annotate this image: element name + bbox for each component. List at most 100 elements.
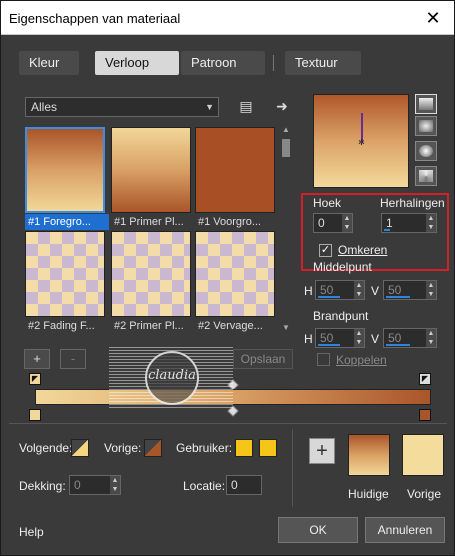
chevron-down-icon: ▼ — [205, 102, 214, 112]
preset-thumb-4[interactable]: #2 Fading F... — [25, 231, 105, 335]
koppelen-checkbox[interactable] — [317, 353, 330, 366]
bottom-start-marker[interactable] — [29, 409, 41, 421]
brandpunt-h-label: H — [304, 332, 313, 346]
dekking-input[interactable]: 0 ▲ ▼ — [69, 475, 121, 495]
window-title: Eigenschappen van materiaal — [9, 11, 181, 26]
herhalingen-level-bar — [384, 229, 390, 231]
middelpunt-h-label: H — [304, 284, 313, 298]
previous-material-swatch[interactable] — [402, 434, 444, 476]
user-color-swatch-2[interactable] — [259, 439, 277, 457]
middelpunt-h-level-bar — [318, 296, 340, 298]
spinner-arrows-icon[interactable]: ▲ ▼ — [426, 281, 436, 299]
preset-thumb-1[interactable]: #1 Foregro... — [25, 127, 109, 231]
gradient-bar[interactable] — [35, 389, 431, 405]
tab-textuur[interactable]: Textuur — [285, 51, 361, 75]
bottom-end-marker[interactable] — [419, 409, 431, 421]
material-properties-dialog: Eigenschappen van materiaal ✕ Kleur Verl… — [0, 0, 455, 556]
remove-marker-button[interactable]: - — [60, 349, 86, 369]
preset-thumb-5[interactable]: #2 Primer Pl... — [111, 231, 191, 335]
style-rectangular-button[interactable] — [415, 116, 437, 136]
preset-label: #1 Voorgro... — [198, 216, 261, 228]
preset-swatch — [195, 231, 275, 317]
close-icon[interactable]: ✕ — [420, 5, 446, 31]
add-marker-button[interactable]: + — [24, 349, 50, 369]
scroll-up-icon[interactable]: ▲ — [281, 125, 291, 134]
ok-button[interactable]: OK — [278, 517, 358, 543]
vorige-swatch[interactable] — [144, 439, 162, 457]
brandpunt-label: Brandpunt — [313, 309, 369, 323]
preset-label: #1 Primer Pl... — [114, 216, 184, 228]
tab-verloop[interactable]: Verloop — [95, 51, 179, 75]
spinner-arrows-icon[interactable]: ▲ ▼ — [354, 329, 364, 347]
current-material-swatch[interactable] — [348, 434, 390, 476]
spinner-arrows-icon[interactable]: ▲ ▼ — [426, 329, 436, 347]
arrow-right-icon[interactable]: ➜ — [273, 97, 291, 115]
top-end-marker[interactable]: ◤ — [419, 373, 431, 385]
volgende-swatch[interactable] — [71, 439, 89, 457]
rectangular-style-icon — [419, 120, 433, 132]
middelpunt-label: Middelpunt — [313, 260, 372, 274]
save-button[interactable]: Opslaan — [233, 349, 293, 369]
preset-swatch — [195, 127, 275, 213]
add-to-swatches-button[interactable]: + — [309, 438, 335, 464]
gebruiker-label: Gebruiker: — [176, 441, 233, 455]
middelpunt-h-input[interactable]: 50 ▲ ▼ — [315, 280, 365, 300]
brandpunt-v-value: 50 — [388, 331, 402, 345]
center-point-icon[interactable]: ✲ — [358, 139, 366, 147]
linear-style-icon — [419, 98, 433, 110]
brandpunt-v-label: V — [371, 332, 380, 346]
preset-label: #2 Fading F... — [28, 320, 95, 332]
herhalingen-label: Herhalingen — [380, 196, 445, 210]
hoek-input[interactable]: 0 ▲ ▼ — [313, 213, 353, 233]
preset-swatch — [25, 231, 105, 317]
preset-thumb-2[interactable]: #1 Primer Pl... — [111, 127, 191, 231]
spinner-arrows-icon[interactable]: ▲ ▼ — [354, 281, 364, 299]
spinner-arrows-icon[interactable]: ▲ ▼ — [342, 214, 352, 232]
user-color-swatch[interactable] — [235, 439, 253, 457]
divider — [292, 429, 293, 507]
radial-style-icon — [419, 145, 433, 157]
preset-category-value: Alles — [31, 100, 58, 114]
preset-swatch — [111, 127, 191, 213]
middelpunt-v-label: V — [371, 284, 380, 298]
spinner-arrows-icon[interactable]: ▲ ▼ — [110, 476, 120, 494]
cancel-button[interactable]: Annuleren — [365, 517, 445, 543]
preset-label: #1 Foregro... — [25, 214, 109, 230]
hoek-label: Hoek — [313, 196, 342, 210]
spinner-arrows-icon[interactable]: ▲ ▼ — [426, 214, 436, 232]
huidige-label: Huidige — [348, 487, 389, 501]
middelpunt-v-input[interactable]: 50 ▲ ▼ — [383, 280, 437, 300]
preset-category-select[interactable]: Alles ▼ — [25, 97, 219, 117]
scroll-down-icon[interactable]: ▼ — [281, 323, 291, 332]
gallery-scrollbar[interactable]: ▲ ▼ — [281, 125, 291, 335]
top-start-marker[interactable]: ◤ — [29, 373, 41, 385]
gradient-preview[interactable]: ✲ — [313, 94, 409, 188]
herhalingen-input[interactable]: 1 ▲ ▼ — [381, 213, 437, 233]
style-sunburst-button[interactable] — [415, 166, 437, 186]
preset-label: #2 Vervage... — [198, 320, 263, 332]
brandpunt-v-level-bar — [386, 344, 410, 346]
style-radial-button[interactable] — [415, 141, 437, 161]
tab-patroon[interactable]: Patroon — [181, 51, 265, 75]
locatie-input[interactable]: 0 — [226, 475, 262, 495]
koppelen-label: Koppelen — [336, 353, 387, 367]
brandpunt-h-input[interactable]: 50 ▲ ▼ — [315, 328, 365, 348]
preset-menu-icon[interactable]: ▤ — [237, 97, 255, 115]
omkeren-checkbox[interactable]: ✓ — [319, 244, 332, 257]
volgende-label: Volgende: — [19, 441, 73, 455]
preset-thumb-6[interactable]: #2 Vervage... — [195, 231, 275, 335]
preset-thumb-3[interactable]: #1 Voorgro... — [195, 127, 275, 231]
dekking-value: 0 — [74, 478, 81, 492]
dekking-label: Dekking: — [19, 479, 66, 493]
brandpunt-v-input[interactable]: 50 ▲ ▼ — [383, 328, 437, 348]
style-linear-button[interactable] — [415, 94, 437, 114]
scrollbar-thumb[interactable] — [282, 139, 290, 157]
divider — [9, 423, 447, 424]
watermark-text: claudia — [148, 368, 196, 383]
tab-kleur[interactable]: Kleur — [19, 51, 79, 75]
preset-swatch — [25, 127, 105, 213]
sunburst-style-icon — [419, 170, 433, 182]
herhalingen-value: 1 — [386, 216, 393, 230]
vorige-swatch-label: Vorige — [407, 487, 442, 501]
help-link[interactable]: Help — [19, 525, 44, 539]
